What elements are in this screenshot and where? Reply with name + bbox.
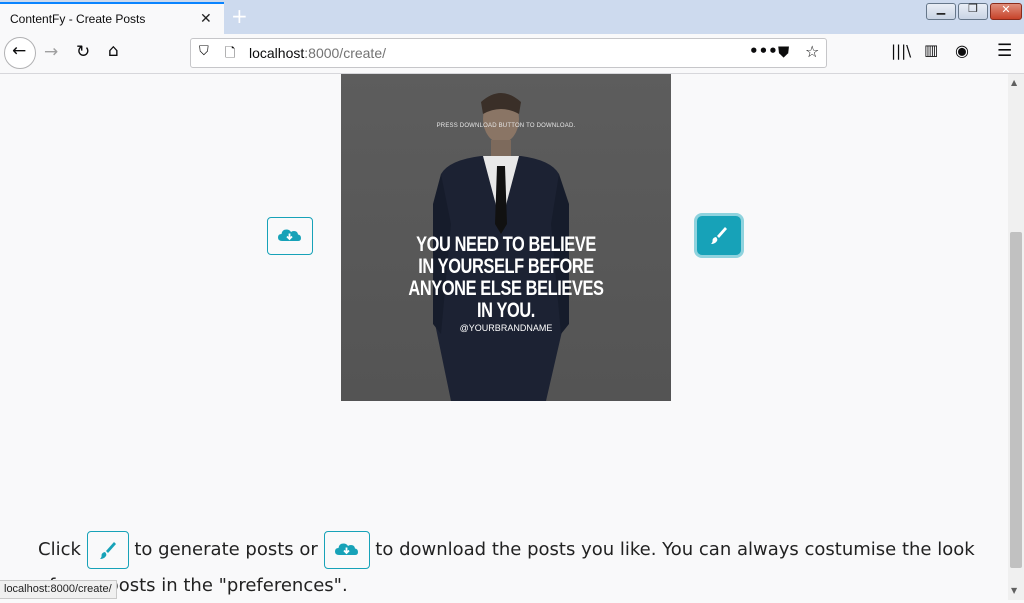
quote-line: IN YOU. (477, 299, 535, 322)
close-window-button[interactable]: ✕ (990, 3, 1022, 20)
minimize-icon: ▁ (936, 2, 946, 15)
quote-line: ANYONE ELSE BELIEVES (408, 277, 604, 300)
scroll-thumb[interactable] (1010, 232, 1022, 568)
reload-icon[interactable]: ↻ (76, 42, 90, 62)
back-arrow-icon: ← (12, 41, 27, 61)
url-bar[interactable]: ⛉ 🗋 localhost:8000/create/ ••• ⛊ ☆ (190, 38, 827, 68)
menu-icon[interactable]: ☰ (997, 41, 1012, 61)
page-scrollbar[interactable]: ▲ ▼ (1008, 74, 1024, 600)
close-tab-icon[interactable]: ✕ (200, 11, 212, 27)
tab-active[interactable]: ContentFy - Create Posts ✕ (0, 2, 224, 34)
quote-line: IN YOURSELF BEFORE (418, 255, 594, 278)
cloud-download-icon (334, 543, 358, 555)
forward-arrow-icon[interactable]: → (44, 42, 58, 62)
more-actions-icon[interactable]: ••• (749, 42, 778, 60)
pocket-icon[interactable]: ⛊ (778, 43, 789, 61)
home-icon[interactable]: ⌂ (108, 41, 119, 61)
brand-handle: @YOURBRANDNAME (459, 323, 553, 333)
minimize-button[interactable]: ▁ (926, 2, 956, 20)
paint-brush-icon (711, 227, 727, 244)
sidebar-icon[interactable]: ▥ (924, 41, 938, 59)
url-host: localhost (249, 45, 305, 61)
quote-text: YOU NEED TO BELIEVE IN YOURSELF BEFORE A… (377, 234, 634, 322)
tab-bar: ContentFy - Create Posts ✕ + ▁ ❐ ✕ (0, 0, 1024, 34)
scroll-down-icon[interactable]: ▼ (1011, 586, 1017, 595)
tab-title: ContentFy - Create Posts (10, 12, 146, 26)
instructions-paragraph: Click to generate posts or to download t… (38, 531, 978, 603)
instructions-generate-text: to generate posts or (134, 539, 318, 560)
close-icon: ✕ (1001, 3, 1011, 16)
maximize-button[interactable]: ❐ (958, 2, 988, 20)
download-button[interactable] (267, 217, 313, 255)
url-text: localhost:8000/create/ (249, 45, 386, 61)
quote-line: YOU NEED TO BELIEVE (416, 233, 596, 256)
instructions-click-text: Click (38, 539, 81, 560)
library-icon[interactable]: |||\ (891, 42, 911, 60)
nav-bar: ← → ↻ ⌂ ⛉ 🗋 localhost:8000/create/ ••• ⛊… (0, 34, 1024, 74)
back-button[interactable]: ← (4, 37, 36, 69)
account-icon[interactable]: ◉ (955, 41, 969, 60)
page-info-icon[interactable]: 🗋 (225, 44, 235, 66)
new-tab-icon[interactable]: + (231, 4, 248, 28)
inline-generate-button[interactable] (86, 531, 129, 569)
press-download-text: PRESS DOWNLOAD BUTTON TO DOWNLOAD. (436, 123, 576, 129)
inline-download-button[interactable] (323, 531, 370, 569)
restore-icon: ❐ (968, 2, 978, 15)
cloud-download-icon (278, 229, 301, 241)
status-url: localhost:8000/create/ (0, 580, 117, 599)
url-path: :8000/create/ (304, 45, 386, 61)
shield-icon[interactable]: ⛉ (199, 44, 209, 59)
generate-button[interactable] (697, 216, 741, 255)
paint-brush-icon (99, 542, 116, 559)
scroll-up-icon[interactable]: ▲ (1011, 78, 1017, 87)
post-preview-image: PRESS DOWNLOAD BUTTON TO DOWNLOAD. YOU N… (341, 74, 671, 401)
bookmark-star-icon[interactable]: ☆ (805, 42, 819, 61)
